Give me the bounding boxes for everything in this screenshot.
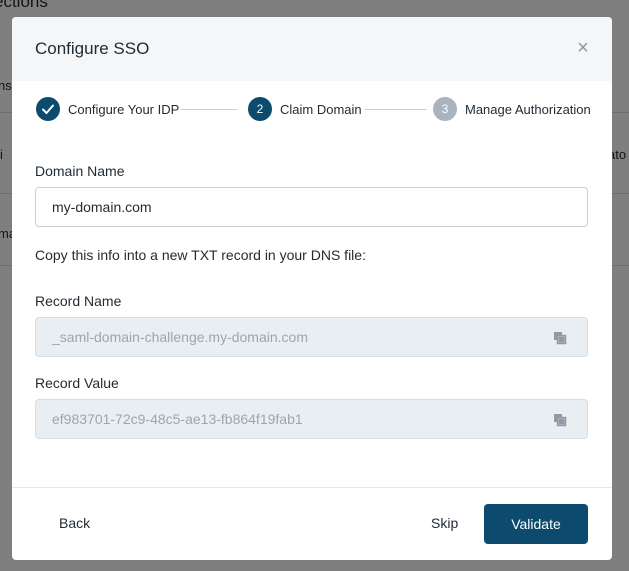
stepper: Configure Your IDP 2 Claim Domain 3 Mana…: [12, 81, 612, 137]
step-connector: [365, 109, 427, 110]
step-configure-idp: Configure Your IDP: [36, 97, 179, 121]
step-connector: [181, 109, 237, 110]
dns-instruction: Copy this info into a new TXT record in …: [35, 247, 366, 263]
domain-name-value: my-domain.com: [52, 199, 152, 215]
configure-sso-modal: Configure SSO × Configure Your IDP 2 Cla…: [12, 17, 612, 560]
record-name-value: _saml-domain-challenge.my-domain.com: [52, 329, 308, 345]
record-name-field: _saml-domain-challenge.my-domain.com: [35, 317, 588, 357]
copy-icon[interactable]: [553, 331, 567, 345]
footer-divider: [12, 487, 612, 488]
record-value-field: ef983701-72c9-48c5-ae13-fb864f19fab1: [35, 399, 588, 439]
modal-title: Configure SSO: [35, 39, 150, 58]
skip-button[interactable]: Skip: [431, 515, 458, 531]
step-label: Configure Your IDP: [68, 101, 180, 117]
step-number: 2: [248, 97, 272, 121]
record-value-value: ef983701-72c9-48c5-ae13-fb864f19fab1: [52, 411, 303, 427]
record-value-label: Record Value: [35, 375, 119, 391]
step-label: Manage Authorization: [465, 101, 591, 117]
step-number: 3: [433, 97, 457, 121]
close-icon[interactable]: ×: [574, 38, 592, 58]
record-name-label: Record Name: [35, 293, 122, 309]
step-label: Claim Domain: [280, 101, 362, 117]
modal-header: Configure SSO ×: [12, 17, 612, 81]
step-manage-authorization: 3 Manage Authorization: [433, 97, 591, 121]
validate-button[interactable]: Validate: [484, 504, 588, 544]
back-button[interactable]: Back: [59, 515, 90, 531]
step-claim-domain: 2 Claim Domain: [248, 97, 362, 121]
domain-name-input[interactable]: my-domain.com: [35, 187, 588, 227]
checkmark-icon: [36, 97, 60, 121]
copy-icon[interactable]: [553, 413, 567, 427]
domain-name-label: Domain Name: [35, 163, 125, 179]
